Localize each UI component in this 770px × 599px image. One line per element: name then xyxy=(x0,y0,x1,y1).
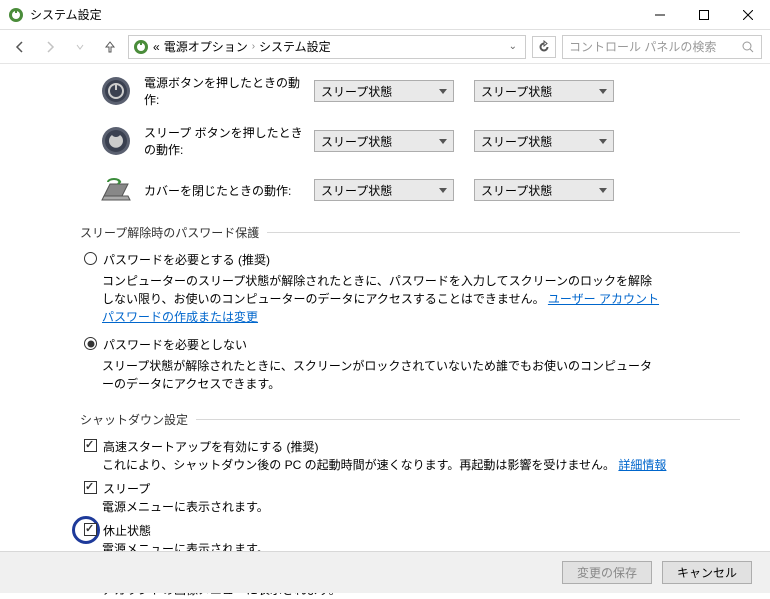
search-input[interactable] xyxy=(569,40,741,54)
power-button-label: 電源ボタンを押したときの動作: xyxy=(144,74,314,108)
cancel-button[interactable]: キャンセル xyxy=(662,561,752,584)
search-icon xyxy=(741,40,755,54)
power-button-plugged-dropdown[interactable]: スリープ状態 xyxy=(474,80,614,102)
app-icon xyxy=(8,7,24,23)
sleep-button-row: スリープ ボタンを押したときの動作: スリープ状態 スリープ状態 xyxy=(100,124,740,158)
password-section-title: スリープ解除時のパスワード保護 xyxy=(80,224,740,241)
refresh-button[interactable] xyxy=(532,36,556,58)
sleep-button-plugged-dropdown[interactable]: スリープ状態 xyxy=(474,130,614,152)
fast-startup-desc: これにより、シャットダウン後の PC の起動時間が速くなります。再起動は影響を受… xyxy=(102,457,740,474)
power-options-icon xyxy=(133,39,149,55)
hibernate-label: 休止状態 xyxy=(103,522,151,539)
breadcrumb-item-1[interactable]: 電源オプション xyxy=(164,38,248,55)
breadcrumb-item-2[interactable]: システム設定 xyxy=(259,38,331,55)
no-password-label: パスワードを必要としない xyxy=(103,336,247,353)
sleep-button-icon xyxy=(100,125,132,157)
close-button[interactable] xyxy=(726,0,770,30)
power-button-row: 電源ボタンを押したときの動作: スリープ状態 スリープ状態 xyxy=(100,74,740,108)
require-password-radio[interactable] xyxy=(84,252,97,265)
require-password-desc: コンピューターのスリープ状態が解除されたときに、パスワードを入力してスクリーンの… xyxy=(102,272,740,326)
bottom-bar: 変更の保存 キャンセル xyxy=(0,551,770,593)
sleep-label: スリープ xyxy=(103,480,150,497)
sleep-button-label: スリープ ボタンを押したときの動作: xyxy=(144,124,314,158)
no-password-desc: スリープ状態が解除されたときに、スクリーンがロックされていないため誰でもお使いの… xyxy=(102,357,740,393)
sleep-checkbox[interactable] xyxy=(84,481,97,494)
fast-startup-option[interactable]: 高速スタートアップを有効にする (推奨) xyxy=(84,438,740,455)
breadcrumb-sep: › xyxy=(252,41,255,52)
no-password-radio[interactable] xyxy=(84,337,97,350)
sleep-desc: 電源メニューに表示されます。 xyxy=(102,499,740,516)
breadcrumb[interactable]: « 電源オプション › システム設定 ⌄ xyxy=(128,35,526,59)
lid-close-label: カバーを閉じたときの動作: xyxy=(144,182,314,199)
recent-dropdown-icon[interactable] xyxy=(68,35,92,59)
window-controls xyxy=(638,0,770,30)
maximize-button[interactable] xyxy=(682,0,726,30)
lid-close-plugged-dropdown[interactable]: スリープ状態 xyxy=(474,179,614,201)
content-area: 電源ボタンを押したときの動作: スリープ状態 スリープ状態 スリープ ボタンを押… xyxy=(0,64,770,599)
fast-startup-label: 高速スタートアップを有効にする (推奨) xyxy=(103,438,318,455)
shutdown-section-title: シャットダウン設定 xyxy=(80,411,740,428)
require-password-label: パスワードを必要とする (推奨) xyxy=(103,251,270,268)
back-button[interactable] xyxy=(8,35,32,59)
no-password-option[interactable]: パスワードを必要としない xyxy=(84,336,740,353)
forward-button[interactable] xyxy=(38,35,62,59)
fast-startup-checkbox[interactable] xyxy=(84,439,97,452)
power-button-icon xyxy=(100,75,132,107)
require-password-option[interactable]: パスワードを必要とする (推奨) xyxy=(84,251,740,268)
breadcrumb-dropdown-icon[interactable]: ⌄ xyxy=(505,41,521,52)
search-box[interactable] xyxy=(562,35,762,59)
lid-close-battery-dropdown[interactable]: スリープ状態 xyxy=(314,179,454,201)
hibernate-checkbox[interactable] xyxy=(84,523,97,536)
fast-startup-more-info-link[interactable]: 詳細情報 xyxy=(618,458,666,472)
titlebar: システム設定 xyxy=(0,0,770,30)
up-button[interactable] xyxy=(98,35,122,59)
password-protection-section: スリープ解除時のパスワード保護 パスワードを必要とする (推奨) コンピューター… xyxy=(80,224,740,393)
minimize-button[interactable] xyxy=(638,0,682,30)
sleep-option[interactable]: スリープ xyxy=(84,480,740,497)
save-button[interactable]: 変更の保存 xyxy=(562,561,652,584)
window-title: システム設定 xyxy=(30,6,638,23)
power-button-battery-dropdown[interactable]: スリープ状態 xyxy=(314,80,454,102)
sleep-button-battery-dropdown[interactable]: スリープ状態 xyxy=(314,130,454,152)
laptop-lid-icon xyxy=(100,174,132,206)
breadcrumb-back[interactable]: « xyxy=(153,40,160,54)
lid-close-row: カバーを閉じたときの動作: スリープ状態 スリープ状態 xyxy=(100,174,740,206)
hibernate-option[interactable]: 休止状態 xyxy=(84,522,740,539)
navbar: « 電源オプション › システム設定 ⌄ xyxy=(0,30,770,64)
